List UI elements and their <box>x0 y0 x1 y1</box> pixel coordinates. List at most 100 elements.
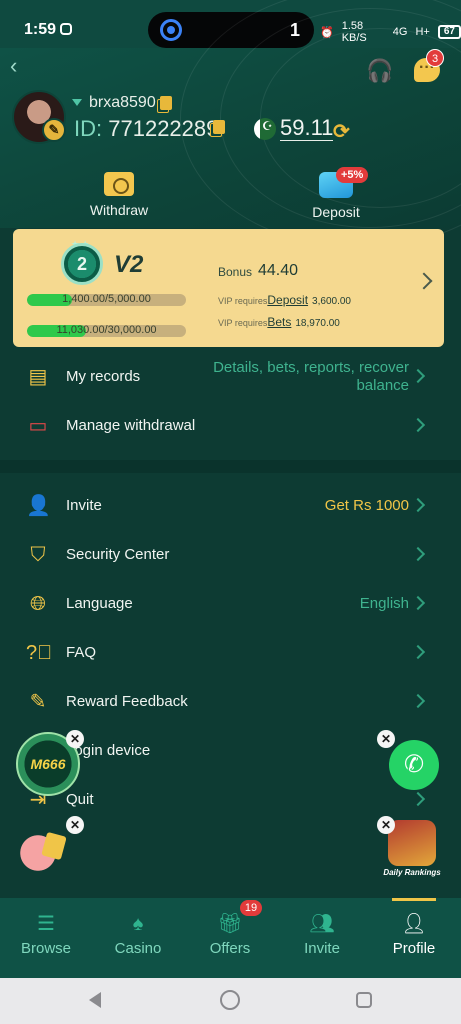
vip-medal-icon: 2 <box>61 243 103 285</box>
daily-rankings-icon <box>388 820 436 866</box>
close-icon[interactable]: ✕ <box>66 816 84 834</box>
my-records-desc-line2: balance <box>356 377 409 394</box>
gift-icon: 🎁︎ <box>217 913 243 935</box>
edit-avatar-icon[interactable]: ✎ <box>42 118 66 142</box>
menu-item-language[interactable]: 🌐︎ Language English <box>0 580 461 628</box>
chevron-right-icon <box>410 791 426 807</box>
active-tab-indicator <box>392 898 436 901</box>
menu-item-reward-feedback[interactable]: ✎ Reward Feedback <box>0 678 461 726</box>
req-prefix-deposit: VIP requires <box>218 296 268 306</box>
system-recents-icon[interactable] <box>356 992 372 1008</box>
radio-wave-icon <box>160 19 182 41</box>
user-id-label: ID: <box>74 116 103 141</box>
nav-label: Offers <box>209 940 251 957</box>
gift-promo-icon[interactable] <box>14 828 74 878</box>
globe-icon: 🌐︎ <box>30 593 46 615</box>
vip-progress-bar-2: 11,030.00/30,000.00 <box>27 325 186 337</box>
username: brxa8590 <box>89 94 156 111</box>
section-divider <box>0 460 461 473</box>
chevron-right-icon <box>410 546 426 562</box>
nav-label: Casino <box>114 940 162 957</box>
menu-item-manage-withdrawal[interactable]: ▭ Manage withdrawal <box>0 402 461 450</box>
withdrawal-card-icon: ▭ <box>28 415 48 437</box>
pakistan-flag-icon <box>254 118 276 140</box>
chevron-right-icon <box>410 368 426 384</box>
menu-value: English <box>359 595 409 612</box>
invite-user-icon: 👤 <box>26 495 51 517</box>
menu-label: Security Center <box>66 546 170 563</box>
status-time: 1:59 <box>24 21 57 38</box>
vip-deposit-requirement: VIP requiresDeposit 3,600.00 <box>218 293 351 307</box>
copy-id-icon[interactable] <box>213 120 225 134</box>
question-icon: ?⃝ <box>26 642 53 664</box>
menu-label: Reward Feedback <box>66 693 188 710</box>
edit-icon: ✎ <box>29 691 47 713</box>
nav-label: Invite <box>304 940 340 957</box>
nav-browse[interactable]: ☰ Browse <box>0 898 92 978</box>
nav-label: Browse <box>20 940 72 957</box>
vip-card[interactable]: ★★ 2 V2 1,400.00/5,000.00 11,030.00/30,0… <box>13 229 444 347</box>
menu-label: FAQ <box>66 644 97 661</box>
close-icon[interactable]: ✕ <box>377 730 395 748</box>
chat-badge: 3 <box>426 49 444 67</box>
menu-label: Language <box>66 595 133 612</box>
nav-casino[interactable]: ♠ Casino <box>92 898 184 978</box>
bets-required-value: 18,970.00 <box>295 318 340 329</box>
bonus-value: 44.40 <box>258 262 299 279</box>
chevron-right-icon <box>410 595 426 611</box>
deposit-link[interactable]: Deposit <box>267 293 308 307</box>
group-icon: 👥︎ <box>309 913 335 935</box>
deposit-required-value: 3,600.00 <box>312 296 351 307</box>
nav-offers[interactable]: 🎁︎ Offers <box>184 898 276 978</box>
menu-value: Get Rs 1000 <box>324 497 409 514</box>
chevron-right-icon <box>410 644 426 660</box>
refresh-icon[interactable]: ⟳ <box>333 119 350 144</box>
close-icon[interactable]: ✕ <box>377 816 395 834</box>
menu-label: Quit <box>66 791 94 808</box>
back-button[interactable]: ‹ <box>10 55 34 80</box>
nav-label: Profile <box>392 940 436 957</box>
withdraw-label: Withdraw <box>89 202 149 218</box>
balance: 59.11 <box>280 115 334 141</box>
bonus-label: Bonus <box>218 265 253 279</box>
withdraw-icon <box>104 172 134 196</box>
menu-item-security-center[interactable]: ⛉ Security Center <box>0 531 461 579</box>
menu-value: Details, bets, reports, recover balance <box>213 359 409 395</box>
menu-label: Invite <box>66 497 102 514</box>
withdraw-button[interactable]: Withdraw <box>83 172 155 218</box>
my-records-desc-line1: Details, bets, reports, recover <box>213 359 409 376</box>
menu-item-faq[interactable]: ?⃝ FAQ <box>0 629 461 677</box>
deposit-bonus-badge: +5% <box>336 167 369 183</box>
system-back-icon[interactable] <box>89 992 101 1008</box>
menu-label: My records <box>66 368 141 385</box>
menu-label: Manage withdrawal <box>66 417 196 434</box>
req-prefix-bets: VIP requires <box>218 318 268 328</box>
daily-rankings-label: Daily Rankings <box>383 868 441 877</box>
instagram-icon <box>60 23 72 35</box>
system-nav-bar <box>0 978 461 1024</box>
browse-icon: ☰ <box>37 913 55 935</box>
menu-item-invite[interactable]: 👤 Invite Get Rs 1000 <box>0 482 461 530</box>
headset-icon[interactable]: 🎧 <box>366 58 393 84</box>
offers-badge: 19 <box>240 900 262 916</box>
whatsapp-icon[interactable]: ✆ <box>389 740 439 790</box>
menu-item-my-records[interactable]: ▤ My records Details, bets, reports, rec… <box>0 353 461 401</box>
nav-profile[interactable]: 👤︎ Profile <box>368 898 460 978</box>
vip-progress-bar-1: 1,400.00/5,000.00 <box>27 294 186 306</box>
vip-progress-text-2: 11,030.00/30,000.00 <box>56 325 157 336</box>
chevron-right-icon <box>415 272 433 290</box>
records-icon: ▤ <box>28 366 48 388</box>
bets-link[interactable]: Bets <box>267 315 291 329</box>
chevron-right-icon <box>410 497 426 513</box>
copy-username-icon[interactable] <box>160 96 172 110</box>
bottom-nav: ☰ Browse ♠ Casino 🎁︎ Offers 👥︎ Invite 👤︎… <box>0 898 461 978</box>
user-id-value: 771222289 <box>108 116 219 141</box>
deposit-label: Deposit <box>312 204 360 220</box>
vip-progress-text-1: 1,400.00/5,000.00 <box>62 294 151 305</box>
close-icon[interactable]: ✕ <box>66 730 84 748</box>
system-home-icon[interactable] <box>220 990 240 1010</box>
profile-icon: 👤︎ <box>401 913 427 935</box>
chevron-right-icon <box>410 693 426 709</box>
vip-triangle-icon <box>72 99 82 106</box>
nav-invite[interactable]: 👥︎ Invite <box>276 898 368 978</box>
